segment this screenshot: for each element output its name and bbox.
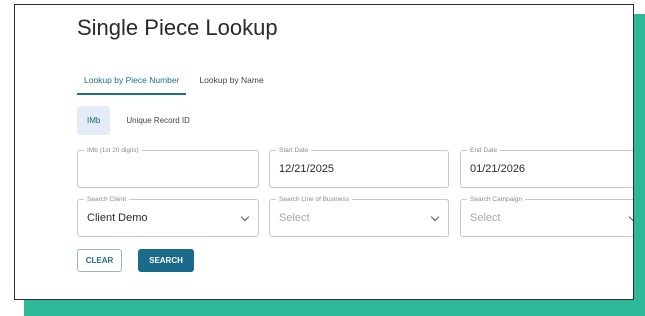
search-client-select[interactable]: Search Client Client Demo — [77, 194, 259, 237]
search-campaign-placeholder: Select — [470, 212, 501, 224]
chevron-down-icon[interactable] — [628, 212, 633, 222]
end-date-field[interactable]: End Date 01/21/2026 — [460, 145, 633, 188]
subtab-imb[interactable]: IMb — [77, 106, 111, 135]
start-date-label: Start Date — [276, 145, 312, 156]
page-title: Single Piece Lookup — [77, 15, 278, 40]
imb-field[interactable]: IMb (1st 20 digits) — [77, 145, 259, 188]
identifier-type-tabs: IMb Unique Record ID — [77, 106, 206, 135]
search-campaign-label: Search Campaign — [467, 194, 526, 205]
search-button[interactable]: SEARCH — [138, 249, 194, 272]
start-date-field[interactable]: Start Date 12/21/2025 — [269, 145, 449, 188]
tab-lookup-by-name[interactable]: Lookup by Name — [192, 71, 270, 95]
lookup-card: Single Piece Lookup Lookup by Piece Numb… — [14, 4, 634, 300]
search-campaign-select[interactable]: Search Campaign Select — [460, 194, 633, 237]
chevron-down-icon[interactable] — [430, 212, 440, 222]
tab-lookup-by-piece-number[interactable]: Lookup by Piece Number — [77, 71, 187, 95]
subtab-unique-record-id[interactable]: Unique Record ID — [116, 106, 200, 135]
imb-field-label: IMb (1st 20 digits) — [84, 145, 142, 156]
clear-button[interactable]: CLEAR — [77, 249, 122, 272]
end-date-label: End Date — [467, 145, 501, 156]
search-line-of-business-select[interactable]: Search Line of Business Select — [269, 194, 449, 237]
lookup-tabs: Lookup by Piece Number Lookup by Name — [77, 71, 277, 95]
search-line-of-business-placeholder: Select — [279, 212, 310, 224]
search-line-of-business-label: Search Line of Business — [276, 194, 353, 205]
start-date-value: 12/21/2025 — [279, 163, 335, 175]
chevron-down-icon[interactable] — [240, 212, 250, 222]
end-date-value: 01/21/2026 — [470, 163, 526, 175]
search-client-label: Search Client — [84, 194, 130, 205]
search-client-value: Client Demo — [87, 212, 148, 224]
